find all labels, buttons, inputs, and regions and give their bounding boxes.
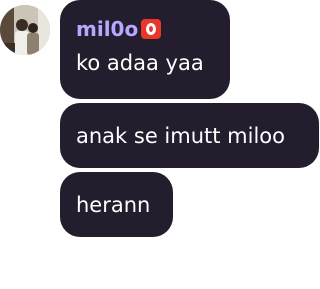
avatar[interactable]	[0, 5, 50, 55]
message-bubble[interactable]: anak se imutt miloo	[60, 103, 319, 168]
username[interactable]: mil0o	[76, 16, 138, 42]
message-text: herann	[76, 192, 151, 217]
message-text: anak se imutt miloo	[76, 123, 285, 148]
message-bubble[interactable]: herann	[60, 172, 173, 237]
message-bubble[interactable]: mil0o ko adaa yaa	[60, 0, 230, 99]
red-o-badge-icon	[141, 19, 162, 39]
chat-message-group: mil0o ko adaa yaa anak se imutt miloo he…	[0, 0, 320, 289]
avatar-photo	[0, 5, 50, 55]
message-text: ko adaa yaa	[76, 51, 204, 75]
message-header: mil0o	[76, 16, 214, 42]
